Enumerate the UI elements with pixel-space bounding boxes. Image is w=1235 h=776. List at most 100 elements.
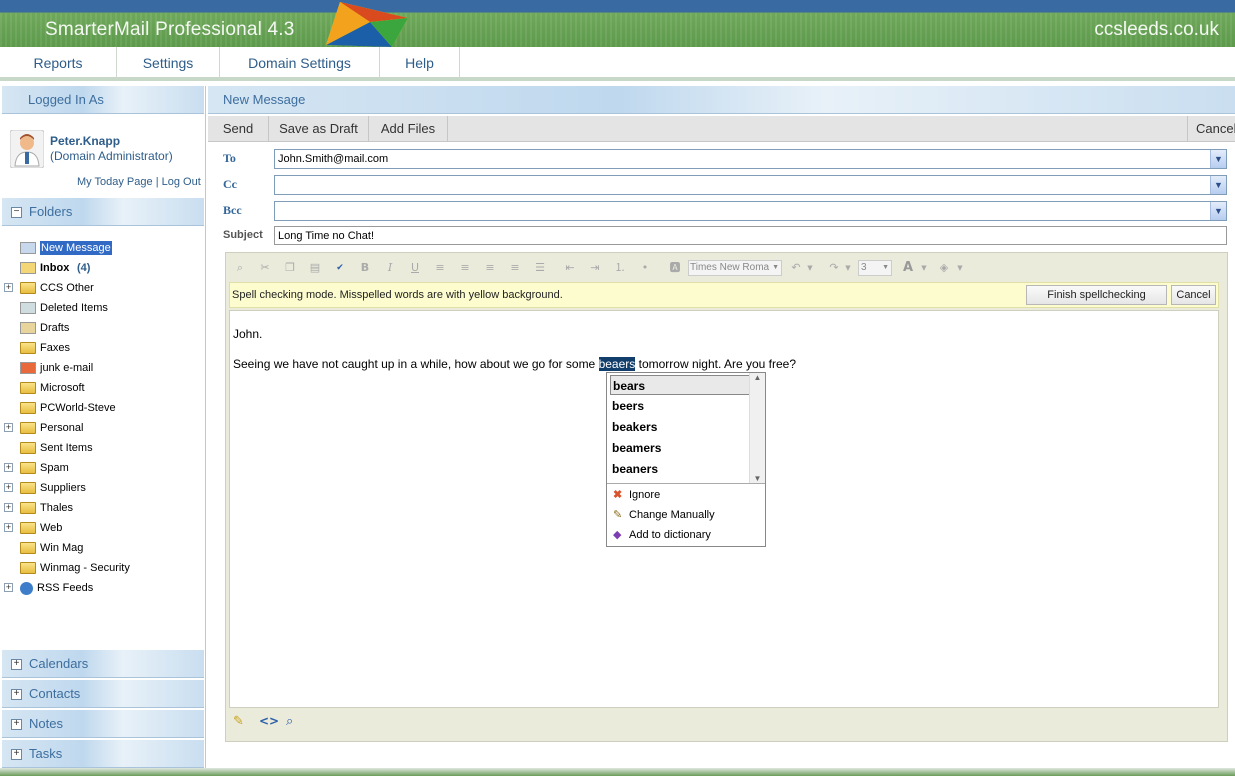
folder-item[interactable]: Deleted Items	[0, 298, 205, 318]
indent-icon[interactable]: ⇥	[588, 261, 602, 275]
preview-icon[interactable]: ⌕	[286, 714, 293, 729]
folder-item[interactable]: Win Mag	[0, 538, 205, 558]
add-files-button[interactable]: Add Files	[369, 116, 448, 142]
suggestion-item[interactable]: beaners	[610, 459, 750, 479]
folder-item[interactable]: Inbox (4)	[0, 258, 205, 278]
undo-dropdown-icon[interactable]: ▼	[803, 261, 817, 275]
change-manually-action[interactable]: ✎ Change Manually	[611, 505, 715, 525]
tasks-section[interactable]: + Tasks	[2, 740, 204, 768]
folder-item[interactable]: + Suppliers	[0, 478, 205, 498]
bcc-field[interactable]: ▼	[274, 201, 1227, 221]
folder-item[interactable]: + Spam	[0, 458, 205, 478]
book-icon: ◆	[613, 529, 622, 541]
send-button[interactable]: Send	[208, 116, 269, 142]
underline-icon[interactable]: U	[408, 261, 422, 275]
folder-item[interactable]: + Personal	[0, 418, 205, 438]
scroll-down-icon[interactable]: ▼	[750, 474, 765, 483]
align-right-icon[interactable]: ≡	[483, 261, 497, 275]
expand-icon[interactable]: +	[4, 463, 13, 472]
expand-icon[interactable]: +	[4, 503, 13, 512]
align-center-icon[interactable]: ≡	[458, 261, 472, 275]
expand-icon[interactable]: +	[4, 583, 13, 592]
suggestion-item[interactable]: beakers	[610, 417, 750, 437]
save-draft-button[interactable]: Save as Draft	[269, 116, 369, 142]
bold-icon[interactable]: B	[358, 261, 372, 275]
folder-item[interactable]: Drafts	[0, 318, 205, 338]
bcc-dropdown-icon[interactable]: ▼	[1210, 202, 1226, 220]
numbered-list-icon[interactable]: ⒈	[613, 261, 627, 275]
expand-icon[interactable]: +	[4, 423, 13, 432]
justify-icon[interactable]: ≡	[508, 261, 522, 275]
font-name-select[interactable]: Times New Roma ▼	[688, 260, 782, 276]
bullet-list-icon[interactable]: •	[638, 261, 652, 275]
misspelled-word[interactable]: beaers	[598, 357, 636, 371]
expand-icon[interactable]: +	[11, 749, 22, 761]
spellcheck-cancel-button[interactable]: Cancel	[1171, 285, 1216, 305]
calendars-section[interactable]: + Calendars	[2, 650, 204, 678]
undo-icon[interactable]: ↶	[789, 261, 803, 275]
suggestion-item[interactable]: beamers	[610, 438, 750, 458]
paste-icon[interactable]: ▤	[308, 261, 322, 275]
highlight-dropdown-icon[interactable]: ▼	[953, 261, 967, 275]
text-color-icon[interactable]: A	[901, 261, 915, 275]
scroll-up-icon[interactable]: ▲	[750, 373, 765, 382]
to-dropdown-icon[interactable]: ▼	[1210, 150, 1226, 168]
expand-icon[interactable]: +	[4, 283, 13, 292]
folder-label: Spam	[40, 462, 69, 474]
text-color-dropdown-icon[interactable]: ▼	[917, 261, 931, 275]
calendars-label: Calendars	[29, 656, 89, 671]
user-name: Peter.Knapp	[50, 134, 121, 148]
suggestion-scrollbar[interactable]: ▲ ▼	[749, 373, 765, 483]
align-left-icon[interactable]: ≡	[433, 261, 447, 275]
to-field[interactable]: John.Smith@mail.com ▼	[274, 149, 1227, 169]
nav-domain-settings[interactable]: Domain Settings	[220, 47, 380, 79]
contacts-section[interactable]: + Contacts	[2, 680, 204, 708]
add-dictionary-action[interactable]: ◆ Add to dictionary	[611, 525, 711, 545]
find-icon[interactable]: ⌕	[233, 261, 247, 275]
rule-icon[interactable]: ☰	[533, 261, 547, 275]
highlight-icon[interactable]: ◈	[937, 261, 951, 275]
expand-icon[interactable]: +	[11, 689, 22, 701]
nav-reports[interactable]: Reports	[0, 47, 117, 79]
outdent-icon[interactable]: ⇤	[563, 261, 577, 275]
expand-icon[interactable]: +	[4, 523, 13, 532]
copy-icon[interactable]: ❐	[283, 261, 297, 275]
expand-icon[interactable]: +	[11, 719, 22, 731]
expand-icon[interactable]: +	[4, 483, 13, 492]
folder-item[interactable]: New Message	[0, 238, 205, 258]
folder-item[interactable]: Sent Items	[0, 438, 205, 458]
design-mode-icon[interactable]: ✎	[233, 714, 244, 729]
expand-icon[interactable]: +	[11, 659, 22, 671]
folder-item[interactable]: Faxes	[0, 338, 205, 358]
folder-item[interactable]: + CCS Other	[0, 278, 205, 298]
folder-item[interactable]: PCWorld-Steve	[0, 398, 205, 418]
folder-item[interactable]: junk e-mail	[0, 358, 205, 378]
spellcheck-icon[interactable]: ✔	[333, 261, 347, 275]
suggestion-item[interactable]: beers	[610, 396, 750, 416]
html-mode-icon[interactable]: <>	[259, 714, 279, 728]
cc-dropdown-icon[interactable]: ▼	[1210, 176, 1226, 194]
cut-icon[interactable]: ✂	[258, 261, 272, 275]
font-size-select[interactable]: 3 ▼	[858, 260, 892, 276]
nav-settings[interactable]: Settings	[117, 47, 220, 79]
italic-icon[interactable]: I	[383, 261, 397, 275]
ignore-action[interactable]: ✖ Ignore	[611, 485, 660, 505]
my-today-link[interactable]: My Today Page	[77, 176, 153, 188]
redo-icon[interactable]: ↷	[827, 261, 841, 275]
nav-help[interactable]: Help	[380, 47, 460, 79]
cc-field[interactable]: ▼	[274, 175, 1227, 195]
finish-spellcheck-button[interactable]: Finish spellchecking	[1026, 285, 1167, 305]
folder-item[interactable]: + Web	[0, 518, 205, 538]
folder-item[interactable]: + Thales	[0, 498, 205, 518]
subject-field[interactable]: Long Time no Chat!	[274, 226, 1227, 245]
logout-link[interactable]: Log Out	[162, 176, 201, 188]
notes-section[interactable]: + Notes	[2, 710, 204, 738]
folders-header[interactable]: − Folders	[2, 198, 204, 226]
folder-item[interactable]: Microsoft	[0, 378, 205, 398]
folder-item[interactable]: Winmag - Security	[0, 558, 205, 578]
folder-item[interactable]: + RSS Feeds	[0, 578, 205, 598]
redo-dropdown-icon[interactable]: ▼	[841, 261, 855, 275]
collapse-icon[interactable]: −	[11, 207, 22, 219]
cancel-button[interactable]: Cancel	[1187, 116, 1235, 142]
suggestion-item[interactable]: bears	[610, 375, 750, 395]
